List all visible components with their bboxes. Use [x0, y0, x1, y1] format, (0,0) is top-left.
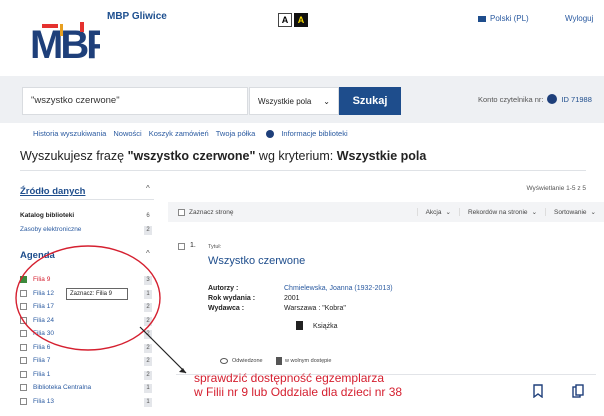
annotation-line: w Filii nr 9 lub Oddziale dla dzieci nr … [194, 385, 403, 399]
annotation-overlay [15, 245, 187, 374]
annotation-circle [15, 245, 161, 351]
annotation-note: sprawdzić dostępność egzemplarza w Filii… [194, 371, 402, 399]
annotation-line: sprawdzić dostępność egzemplarza [194, 371, 385, 385]
annotation-arrow [139, 326, 187, 374]
arrow-head-icon [179, 368, 186, 373]
